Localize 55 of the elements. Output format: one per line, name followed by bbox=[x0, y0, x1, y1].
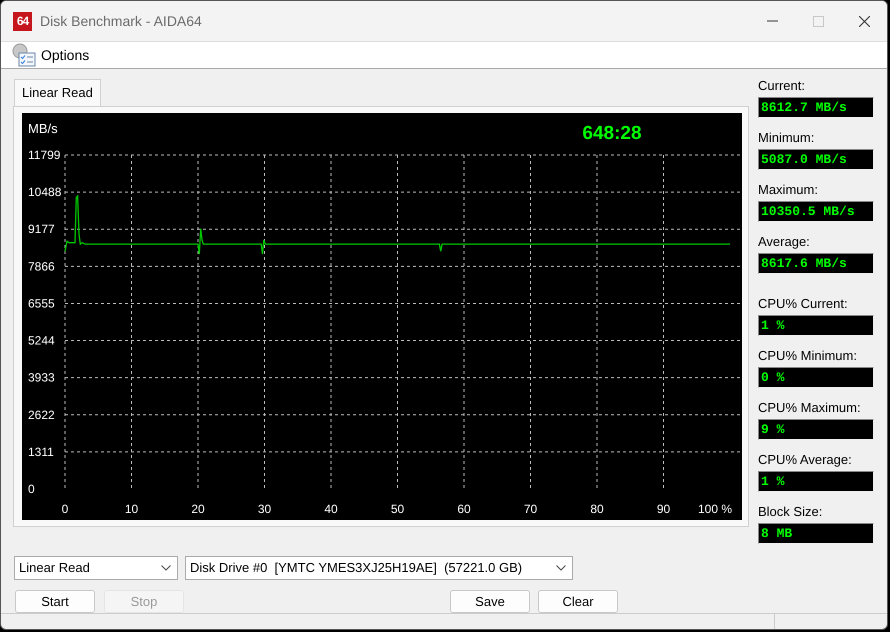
stat-label: Block Size: bbox=[758, 504, 824, 520]
y-tick-label: 1311 bbox=[28, 444, 54, 458]
y-tick-label: 2622 bbox=[28, 407, 55, 422]
y-tick-label: 3933 bbox=[28, 370, 55, 384]
stat-value: 1 % bbox=[758, 315, 874, 336]
stat-label: Minimum: bbox=[758, 130, 816, 146]
tab[interactable]: Linear Read bbox=[14, 79, 101, 106]
minimize-icon bbox=[766, 20, 778, 22]
stat-value: 8612.7 MB/s bbox=[758, 97, 874, 118]
action-button[interactable]: Clear bbox=[538, 590, 618, 613]
stat-label: CPU% Maximum: bbox=[758, 400, 862, 416]
stat-value: 9 % bbox=[758, 419, 874, 440]
stat-value: 10350.5 MB/s bbox=[758, 201, 874, 222]
app-logo: 64 bbox=[13, 12, 32, 30]
stat-label: Current: bbox=[758, 78, 806, 94]
options-menu[interactable]: Options bbox=[11, 42, 90, 68]
stat-label: Maximum: bbox=[758, 182, 819, 198]
maximize-icon bbox=[812, 16, 824, 26]
y-tick-label: 5244 bbox=[28, 333, 55, 348]
elapsed-timer: 648:28 bbox=[582, 122, 642, 144]
stat-label: Average: bbox=[758, 234, 811, 250]
x-tick-label: 60 bbox=[457, 502, 471, 516]
stat-value: 1 % bbox=[758, 471, 874, 492]
x-tick-label: 90 bbox=[656, 502, 670, 516]
stat-label: CPU% Minimum: bbox=[758, 348, 858, 364]
x-tick-label: 40 bbox=[324, 502, 338, 516]
y-tick-label: 6555 bbox=[28, 296, 55, 310]
action-button[interactable]: Save bbox=[450, 590, 530, 613]
y-tick-label: 9177 bbox=[28, 222, 55, 236]
stat-value: 0 % bbox=[758, 367, 874, 388]
y-tick-label: 10488 bbox=[28, 184, 62, 199]
x-tick-label: 50 bbox=[390, 502, 404, 516]
close-icon bbox=[858, 16, 870, 26]
caret-icon bbox=[161, 565, 171, 571]
stat-label: CPU% Current: bbox=[758, 296, 849, 312]
x-tick-label: 80 bbox=[590, 502, 604, 516]
y-axis-label: MB/s bbox=[28, 120, 58, 136]
stat-label: CPU% Average: bbox=[758, 452, 853, 468]
drive-select[interactable]: Disk Drive #0 [YMTC YMES3XJ25H19AE] (57221.0 GB) bbox=[185, 556, 573, 580]
window-title: Disk Benchmark - AIDA64 bbox=[40, 12, 202, 30]
x-tick-label: 10 bbox=[124, 502, 138, 516]
y-tick-label: 11799 bbox=[28, 148, 60, 162]
action-button[interactable]: Start bbox=[15, 590, 95, 613]
caret-icon bbox=[556, 565, 566, 571]
y-tick-label: 0 bbox=[28, 482, 35, 496]
y-tick-label: 7866 bbox=[28, 258, 55, 273]
test-type-select[interactable]: Linear Read bbox=[14, 556, 178, 580]
x-tick-label: 20 bbox=[191, 502, 205, 516]
x-tick-label: 0 bbox=[62, 502, 68, 516]
x-tick-label: 30 bbox=[258, 502, 272, 516]
stat-value: 8617.6 MB/s bbox=[758, 253, 874, 274]
stat-value: 8 MB bbox=[758, 523, 874, 544]
x-tick-label: 70 bbox=[524, 502, 538, 516]
stat-value: 5087.0 MB/s bbox=[758, 149, 874, 170]
x-tick-label: 100 % bbox=[698, 502, 732, 516]
